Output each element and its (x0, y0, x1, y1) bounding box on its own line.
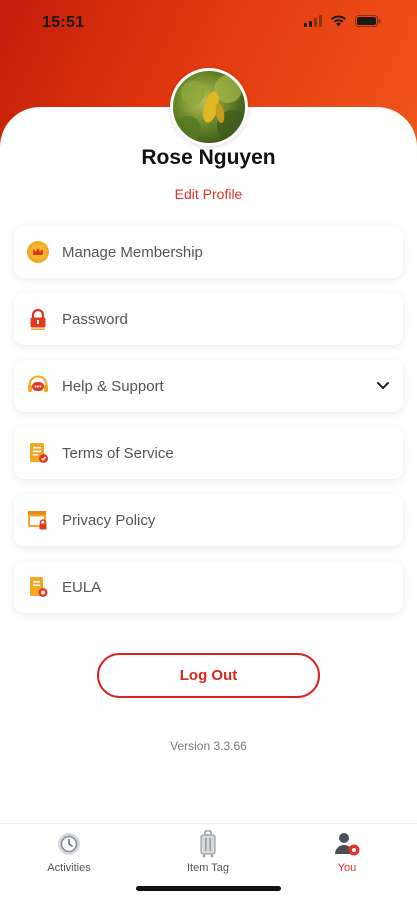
menu-item-password[interactable]: Password (14, 293, 403, 345)
edit-profile-link[interactable]: Edit Profile (0, 186, 417, 202)
menu-item-label: Password (62, 310, 128, 328)
menu-item-eula[interactable]: EULA (14, 561, 403, 613)
menu-item-label: EULA (62, 578, 102, 596)
settings-menu: Manage Membership Password Help & Suppor… (14, 226, 403, 628)
app-version: Version 3.3.66 (170, 739, 247, 753)
tab-label: You (337, 862, 357, 874)
user-name: Rose Nguyen (141, 146, 276, 169)
status-icons (304, 14, 381, 32)
menu-item-manage-membership[interactable]: Manage Membership (14, 226, 403, 278)
headset-icon (26, 374, 50, 398)
crown-icon (26, 240, 50, 264)
tab-you[interactable]: You (302, 830, 392, 874)
menu-item-label: Terms of Service (62, 444, 174, 462)
tab-item-tag[interactable]: Item Tag (163, 830, 253, 874)
status-time: 15:51 (42, 14, 85, 31)
menu-item-terms-of-service[interactable]: Terms of Service (14, 427, 403, 479)
wifi-icon (330, 14, 347, 32)
battery-icon (355, 14, 381, 32)
chevron-down-icon[interactable] (375, 377, 391, 393)
luggage-icon (163, 830, 253, 858)
menu-item-label: Manage Membership (62, 243, 203, 261)
privacy-window-icon (26, 508, 50, 532)
tab-label: Activities (47, 862, 91, 874)
home-indicator (136, 886, 281, 891)
signal-icon (304, 14, 322, 32)
lock-icon (26, 307, 50, 331)
log-out-button[interactable]: Log Out (97, 653, 320, 698)
user-settings-icon (302, 830, 392, 858)
menu-item-label: Privacy Policy (62, 511, 156, 529)
license-document-icon (26, 575, 50, 599)
menu-item-help-support[interactable]: Help & Support (14, 360, 403, 412)
menu-item-privacy-policy[interactable]: Privacy Policy (14, 494, 403, 546)
tab-label: Item Tag (187, 862, 229, 874)
menu-item-label: Help & Support (62, 377, 164, 395)
avatar[interactable] (170, 68, 248, 146)
clock-icon (24, 830, 114, 858)
tab-activities[interactable]: Activities (24, 830, 114, 874)
status-bar: 15:51 (0, 0, 417, 46)
document-icon (26, 441, 50, 465)
